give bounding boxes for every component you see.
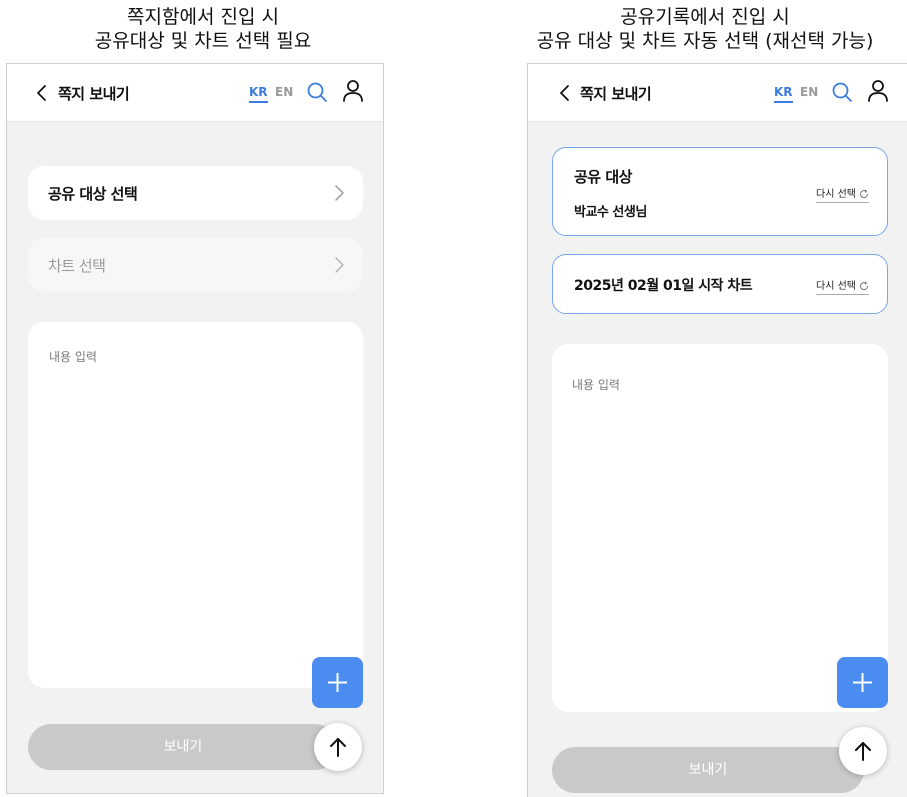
page-title: 쪽지 보내기 [58, 85, 130, 103]
app-header: 쪽지 보내기 KR EN [528, 64, 907, 122]
scroll-top-button[interactable] [314, 723, 362, 771]
page-title: 쪽지 보내기 [580, 85, 652, 103]
plus-icon [853, 673, 872, 692]
send-button[interactable]: 보내기 [28, 724, 338, 770]
reselect-label: 다시 선택 [816, 281, 856, 292]
reselect-label: 다시 선택 [816, 189, 856, 200]
caption-right-line2: 공유 대상 및 차트 자동 선택 (재선택 가능) [536, 30, 874, 52]
user-icon[interactable] [867, 79, 889, 103]
caption-left: 쪽지함에서 진입 시 공유대상 및 차트 선택 필요 [38, 5, 368, 53]
recipient-name: 박교수 선생님 [574, 205, 647, 220]
scroll-top-button[interactable] [839, 727, 887, 775]
recipient-select-row[interactable]: 공유 대상 선택 [28, 166, 363, 220]
refresh-icon [860, 281, 869, 291]
refresh-icon [860, 189, 869, 199]
user-icon[interactable] [342, 79, 364, 103]
plus-icon [328, 673, 347, 692]
chevron-left-icon[interactable] [556, 84, 574, 102]
chevron-right-icon [335, 257, 344, 273]
search-icon[interactable] [306, 81, 328, 103]
content-placeholder: 내용 입력 [49, 350, 97, 364]
chevron-left-icon[interactable] [33, 84, 51, 102]
content-textarea[interactable]: 내용 입력 [552, 344, 888, 712]
recipient-card-title: 공유 대상 [574, 168, 632, 186]
screen-left: 쪽지 보내기 KR EN 공유 대상 선택 차트 선택 내용 입력 보내기 [6, 63, 384, 794]
app-header: 쪽지 보내기 KR EN [7, 64, 383, 122]
arrow-up-icon [855, 742, 871, 761]
chart-select-row[interactable]: 차트 선택 [28, 238, 363, 292]
chevron-right-icon [335, 185, 344, 201]
content-placeholder: 내용 입력 [572, 378, 620, 392]
chart-reselect-button[interactable]: 다시 선택 [816, 277, 869, 295]
screen-right: 쪽지 보내기 KR EN 공유 대상 박교수 선생님 다시 선택 2025년 0… [527, 63, 907, 797]
arrow-up-icon [330, 738, 346, 757]
caption-right-line1: 공유기록에서 진입 시 [620, 6, 790, 28]
lang-kr-toggle[interactable]: KR [774, 86, 793, 103]
recipient-reselect-button[interactable]: 다시 선택 [816, 185, 869, 203]
recipient-selected-card: 공유 대상 박교수 선생님 다시 선택 [552, 147, 888, 236]
add-button[interactable] [312, 657, 363, 708]
recipient-select-label: 공유 대상 선택 [48, 185, 138, 203]
content-textarea[interactable]: 내용 입력 [28, 322, 363, 688]
lang-en-toggle[interactable]: EN [275, 86, 293, 99]
chart-selected-card: 2025년 02월 01일 시작 차트 다시 선택 [552, 254, 888, 314]
search-icon[interactable] [831, 81, 853, 103]
lang-kr-toggle[interactable]: KR [249, 86, 268, 103]
chart-card-title: 2025년 02월 01일 시작 차트 [574, 278, 753, 294]
caption-left-line2: 공유대상 및 차트 선택 필요 [94, 30, 312, 52]
lang-en-toggle[interactable]: EN [800, 86, 818, 99]
chart-select-label: 차트 선택 [48, 257, 106, 275]
add-button[interactable] [837, 657, 888, 708]
caption-left-line1: 쪽지함에서 진입 시 [127, 6, 279, 28]
send-button[interactable]: 보내기 [552, 747, 864, 793]
caption-right: 공유기록에서 진입 시 공유 대상 및 차트 자동 선택 (재선택 가능) [505, 5, 905, 53]
